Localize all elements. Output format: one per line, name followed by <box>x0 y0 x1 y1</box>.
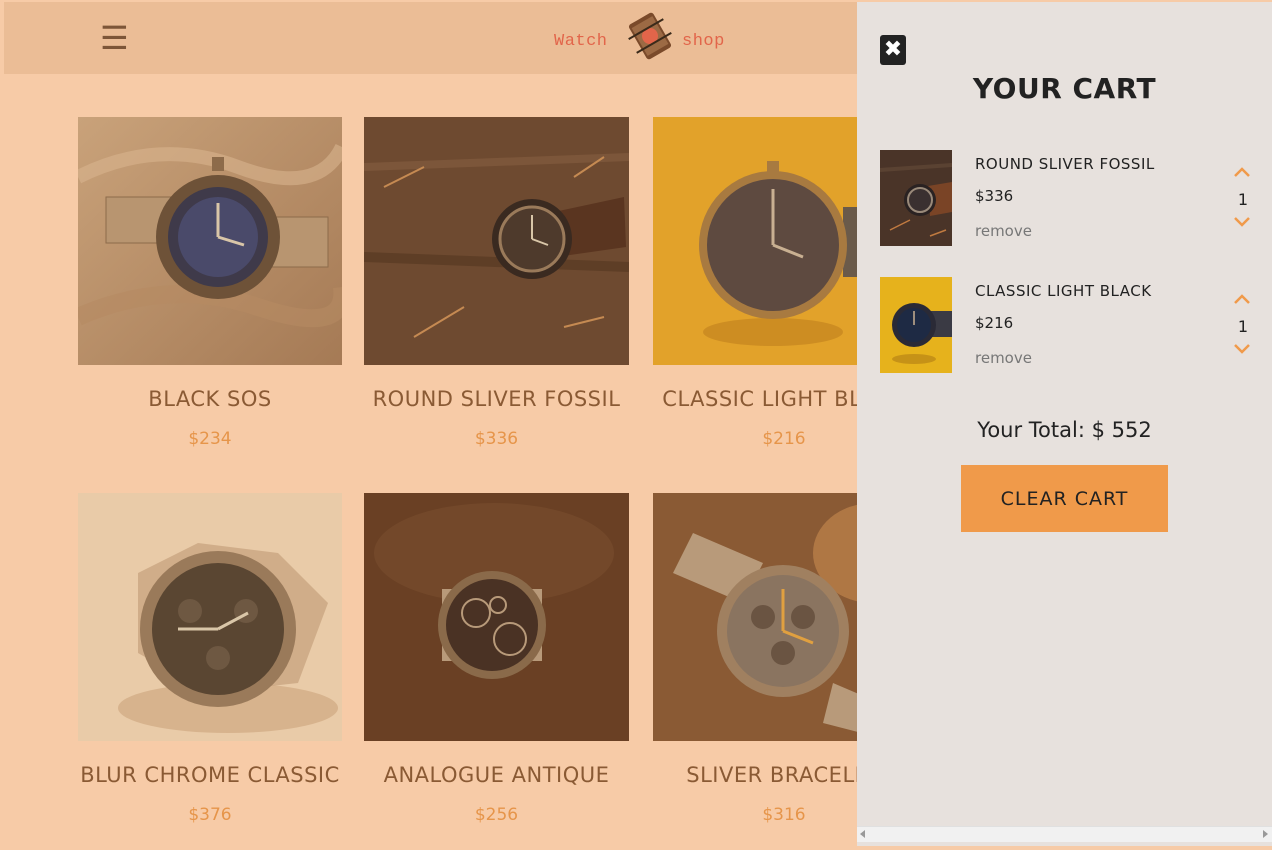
product-card[interactable]: BLACK SOS $234 <box>78 117 342 449</box>
remove-item-link[interactable]: remove <box>975 222 1032 240</box>
cart-title: YOUR CART <box>972 72 1157 105</box>
product-price: $336 <box>474 429 519 449</box>
cart-item-quantity: 1 <box>1237 190 1249 209</box>
cart-total: Your Total: $ 552 <box>977 418 1152 442</box>
cart-item: CLASSIC LIGHT BLACK $216 remove 1 <box>880 277 1260 375</box>
chevron-down-icon[interactable] <box>1233 216 1251 228</box>
product-name: ANALOGUE ANTIQUE <box>383 763 610 787</box>
cart-item-image <box>880 277 952 373</box>
clear-cart-button[interactable]: CLEAR CART <box>961 465 1168 532</box>
product-image[interactable] <box>364 117 629 365</box>
close-cart-button[interactable]: ✖ <box>880 35 906 65</box>
chevron-up-icon[interactable] <box>1233 166 1251 178</box>
product-name: ROUND SLIVER FOSSIL <box>372 387 621 411</box>
cart-item-quantity: 1 <box>1237 317 1249 336</box>
menu-icon[interactable]: ☰ <box>100 22 129 54</box>
cart-item-price: $336 <box>975 187 1014 205</box>
product-price: $376 <box>188 805 232 825</box>
navbar: ☰ Watch shop <box>4 2 872 74</box>
product-name: BLACK SOS <box>148 387 272 411</box>
product-card[interactable]: ROUND SLIVER FOSSIL $336 <box>364 117 629 449</box>
product-image[interactable] <box>78 117 342 365</box>
cart-item-name: ROUND SLIVER FOSSIL <box>975 155 1155 173</box>
logo-text-right: shop <box>682 32 725 51</box>
logo-icon <box>628 12 672 60</box>
cart-item: ROUND SLIVER FOSSIL $336 remove 1 <box>880 150 1260 248</box>
scroll-left-icon[interactable] <box>860 830 865 838</box>
cart-item-image <box>880 150 952 246</box>
product-image[interactable] <box>78 493 342 741</box>
chevron-down-icon[interactable] <box>1233 343 1251 355</box>
scroll-right-icon[interactable] <box>1263 830 1268 838</box>
cart-panel: ✖ YOUR CART ROUND SLIVER FOSSIL $336 rem… <box>857 2 1272 846</box>
cart-item-name: CLASSIC LIGHT BLACK <box>975 282 1152 300</box>
logo-text-left: Watch <box>554 32 608 51</box>
product-price: $234 <box>188 429 232 449</box>
product-name: BLUR CHROME CLASSIC <box>80 763 340 787</box>
product-price: $256 <box>474 805 519 825</box>
horizontal-scrollbar[interactable] <box>857 826 1272 842</box>
product-card[interactable]: BLUR CHROME CLASSIC $376 <box>78 493 342 825</box>
cart-item-price: $216 <box>975 314 1014 332</box>
remove-item-link[interactable]: remove <box>975 349 1032 367</box>
chevron-up-icon[interactable] <box>1233 293 1251 305</box>
product-image[interactable] <box>364 493 629 741</box>
product-card[interactable]: ANALOGUE ANTIQUE $256 <box>364 493 629 825</box>
